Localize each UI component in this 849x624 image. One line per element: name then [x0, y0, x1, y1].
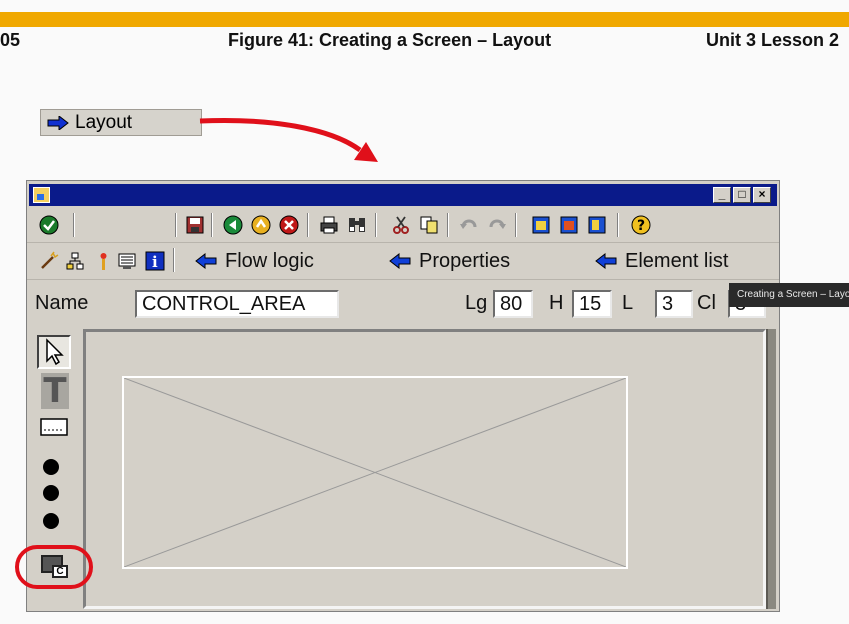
cl-label: Cl: [697, 292, 716, 314]
layout-window-icon[interactable]: [559, 215, 579, 235]
back-icon[interactable]: [223, 215, 243, 235]
text-field-tool[interactable]: T: [41, 373, 69, 409]
maximize-button[interactable]: □: [733, 187, 751, 203]
torch-icon[interactable]: [93, 251, 113, 271]
svg-text:i: i: [152, 253, 158, 271]
arrow-left-icon: [195, 253, 217, 269]
screen-list-icon[interactable]: [117, 251, 137, 271]
radio-tool-icon[interactable]: [43, 459, 59, 475]
exit-icon[interactable]: [251, 215, 271, 235]
properties-label: Properties: [419, 249, 511, 272]
app-icon: [33, 187, 50, 203]
unit-label: Unit 3 Lesson 2: [706, 30, 840, 50]
undo-icon[interactable]: [459, 215, 479, 235]
accent-bar: [0, 12, 849, 27]
info-icon[interactable]: i: [145, 251, 165, 271]
name-field[interactable]: CONTROL_AREA: [135, 290, 339, 318]
radio-tool-icon[interactable]: [43, 485, 59, 501]
placeholder-cross: [124, 378, 626, 567]
save-icon[interactable]: [185, 215, 205, 235]
highlight-circle: [15, 545, 93, 589]
layout-tab-button[interactable]: Layout: [40, 109, 202, 136]
arrow-left-icon: [389, 253, 411, 269]
name-label: Name: [35, 292, 89, 314]
h-field[interactable]: 15: [572, 290, 612, 318]
element-list-button[interactable]: Element list: [595, 248, 728, 274]
standard-toolbar: ?: [27, 208, 779, 243]
h-label: H: [549, 292, 564, 314]
redo-icon[interactable]: [487, 215, 507, 235]
flow-logic-button[interactable]: Flow logic: [195, 248, 314, 274]
page-number: 05: [0, 30, 21, 50]
custom-control-area[interactable]: [122, 376, 628, 569]
properties-button[interactable]: Properties: [389, 248, 510, 274]
hierarchy-icon[interactable]: [65, 251, 85, 271]
radio-tool-icon[interactable]: [43, 513, 59, 529]
pointer-icon[interactable]: [37, 335, 71, 369]
copy-icon[interactable]: [419, 215, 439, 235]
enter-check-icon[interactable]: [39, 215, 59, 235]
close-button[interactable]: ×: [753, 187, 771, 203]
wand-icon[interactable]: [39, 251, 59, 271]
element-list-label: Element list: [625, 249, 729, 272]
cut-icon[interactable]: [391, 215, 411, 235]
l-field[interactable]: 3: [655, 290, 693, 318]
window-icon[interactable]: [531, 215, 551, 235]
vertical-scrollbar[interactable]: [766, 329, 776, 609]
help-icon[interactable]: ?: [631, 215, 651, 235]
lg-label: Lg: [465, 292, 488, 314]
arrow-left-icon: [595, 253, 617, 269]
minimize-button[interactable]: _: [713, 187, 731, 203]
l-label: L: [622, 292, 634, 314]
arrow-right-icon: [47, 115, 69, 130]
flow-logic-label: Flow logic: [225, 249, 314, 272]
layout-canvas[interactable]: [83, 329, 766, 609]
attributes-bar: Name CONTROL_AREA Lg 80 H 15 L 3 Cl 3: [27, 281, 779, 325]
title-bar: _ □ ×: [29, 184, 777, 206]
layout-label: Layout: [75, 111, 133, 133]
find-icon[interactable]: [347, 215, 367, 235]
cancel-icon[interactable]: [279, 215, 299, 235]
input-field-icon[interactable]: [39, 415, 69, 439]
tooltip: Creating a Screen – Layout: [729, 283, 849, 307]
settings-window-icon[interactable]: [587, 215, 607, 235]
svg-text:?: ?: [637, 218, 645, 234]
figure-title: Figure 41: Creating a Screen – Layout: [228, 30, 552, 50]
application-toolbar: i Flow logic Properties Element list: [27, 243, 779, 280]
screen-painter-window: _ □ × ? i Flow logic Properties Element …: [26, 180, 780, 612]
lg-field[interactable]: 80: [493, 290, 533, 318]
print-icon[interactable]: [319, 215, 339, 235]
